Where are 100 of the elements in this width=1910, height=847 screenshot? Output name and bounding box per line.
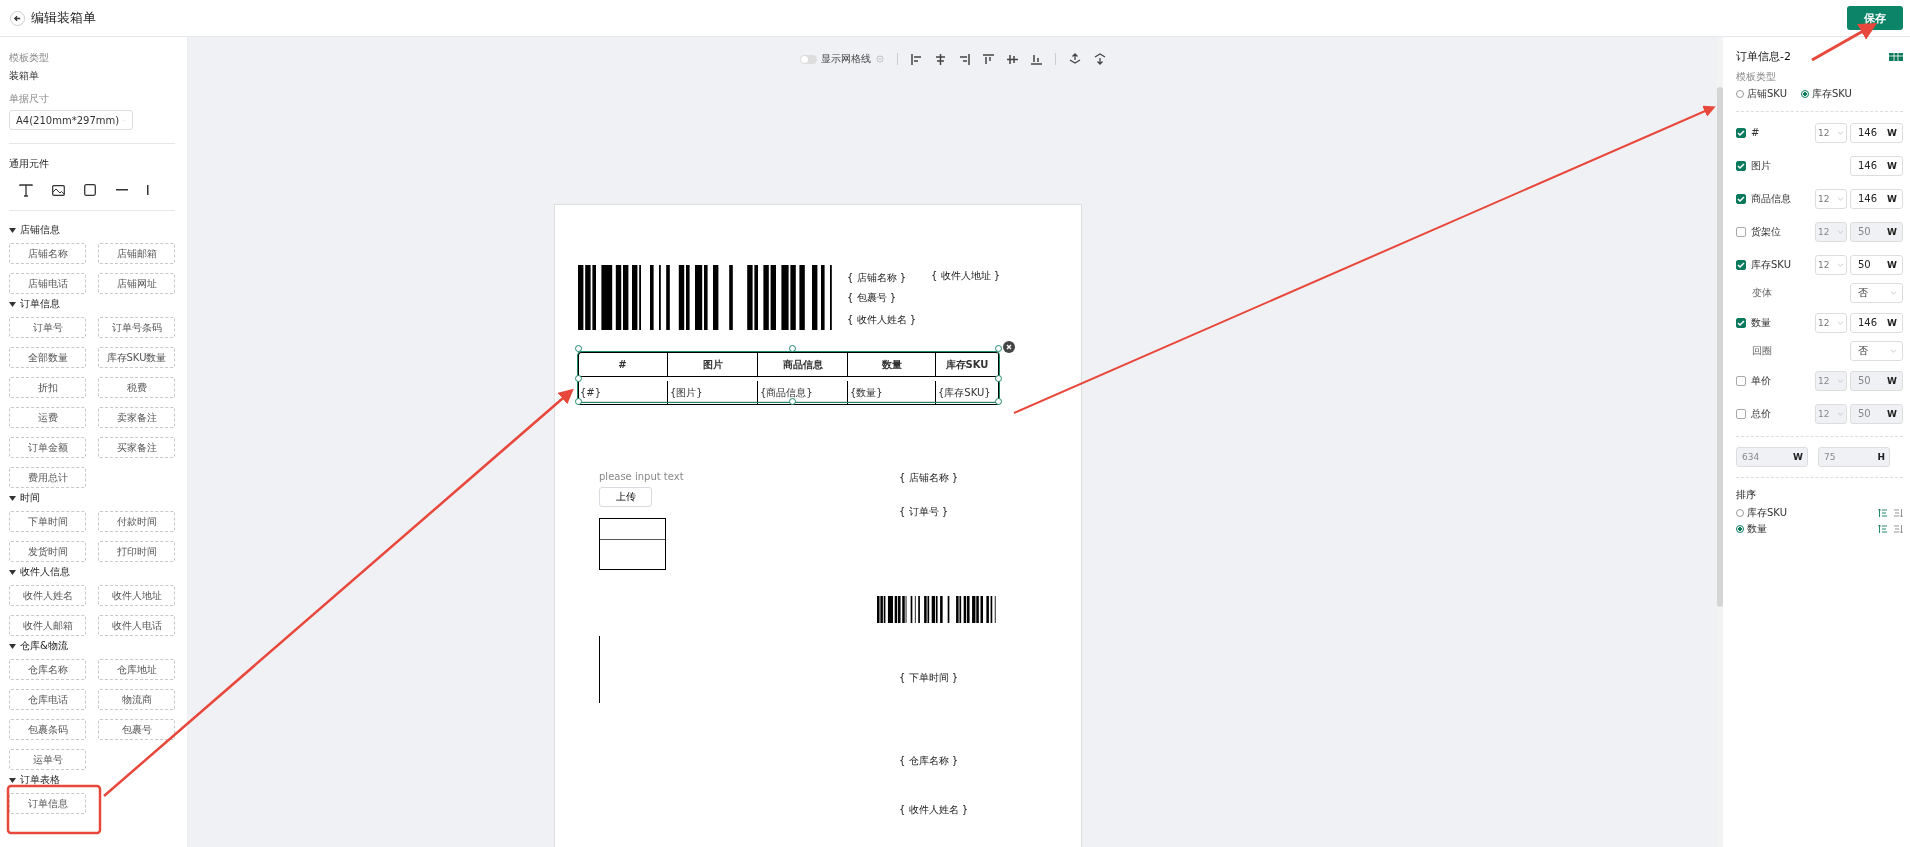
font-size-select[interactable]: 12 bbox=[1815, 312, 1847, 333]
resize-handle[interactable] bbox=[788, 345, 796, 352]
component-chip[interactable]: 仓库电话 bbox=[9, 689, 86, 710]
scrollbar[interactable] bbox=[1717, 37, 1723, 847]
component-chip[interactable]: 运费 bbox=[9, 407, 86, 428]
placeholder-field[interactable]: { 仓库名称 } bbox=[899, 754, 959, 768]
caret-icon[interactable] bbox=[9, 569, 16, 575]
font-size-select[interactable]: 12 bbox=[1815, 188, 1847, 209]
width-input[interactable]: 634 W bbox=[1736, 447, 1808, 467]
resize-handle[interactable] bbox=[575, 345, 582, 352]
align-top-icon[interactable] bbox=[983, 53, 994, 65]
component-chip[interactable]: 收件人邮箱 bbox=[9, 615, 86, 636]
align-center-icon[interactable] bbox=[935, 53, 946, 65]
component-chip[interactable]: 打印时间 bbox=[98, 541, 175, 562]
align-left-icon[interactable] bbox=[911, 53, 922, 65]
order-table[interactable]: # 图片 商品信息 数量 库存SKU {#} {图片} {商品信息} {数量} {库存SKU} bbox=[578, 352, 999, 402]
rectangle-tool-icon[interactable] bbox=[84, 184, 97, 196]
sort-descending-icon[interactable] bbox=[1894, 509, 1903, 517]
placeholder-field[interactable]: { 订单号 } bbox=[899, 505, 949, 519]
placeholder-field[interactable]: { 店铺名称 } bbox=[847, 271, 907, 285]
close-icon[interactable] bbox=[1003, 341, 1015, 353]
template-radio[interactable]: 库存SKU bbox=[1800, 87, 1852, 101]
component-chip[interactable]: 下单时间 bbox=[9, 511, 86, 532]
component-chip[interactable]: 付款时间 bbox=[98, 511, 175, 532]
text-element[interactable]: please input text bbox=[599, 471, 684, 482]
component-chip[interactable]: 收件人电话 bbox=[98, 615, 175, 636]
component-chip[interactable]: 发货时间 bbox=[9, 541, 86, 562]
grid-toggle[interactable] bbox=[800, 54, 817, 64]
resize-handle[interactable] bbox=[995, 398, 1002, 405]
width-input[interactable]: 50 W bbox=[1850, 370, 1903, 391]
component-chip[interactable]: 收件人地址 bbox=[98, 585, 175, 606]
caret-icon[interactable] bbox=[9, 777, 16, 783]
sort-descending-icon[interactable] bbox=[1894, 525, 1903, 533]
component-chip[interactable]: 店铺名称 bbox=[9, 243, 86, 264]
width-input[interactable]: 146 W bbox=[1850, 312, 1903, 333]
component-chip[interactable]: 包裹条码 bbox=[9, 719, 86, 740]
sort-ascending-icon[interactable] bbox=[1878, 525, 1887, 533]
width-input[interactable]: 50 W bbox=[1850, 403, 1903, 424]
height-input[interactable]: 75 H bbox=[1818, 447, 1890, 467]
component-chip[interactable]: 费用总计 bbox=[9, 467, 86, 488]
placeholder-field[interactable]: { 收件人姓名 } bbox=[847, 313, 917, 327]
horizontal-line-tool-icon[interactable] bbox=[115, 189, 128, 191]
width-input[interactable]: 146 W bbox=[1850, 188, 1903, 209]
component-chip[interactable]: 库存SKU数量 bbox=[98, 347, 175, 368]
align-right-icon[interactable] bbox=[959, 53, 970, 65]
sort-ascending-icon[interactable] bbox=[1878, 509, 1887, 517]
component-chip[interactable]: 税费 bbox=[98, 377, 175, 398]
column-checkbox[interactable] bbox=[1736, 127, 1746, 138]
option-select[interactable]: 否 bbox=[1850, 282, 1903, 303]
component-chip[interactable]: 订单号条码 bbox=[98, 317, 175, 338]
sort-radio[interactable]: 数量 bbox=[1736, 522, 1767, 536]
component-chip[interactable]: 物流商 bbox=[98, 689, 175, 710]
align-middle-icon[interactable] bbox=[1007, 53, 1018, 65]
caret-icon[interactable] bbox=[9, 643, 16, 649]
component-chip[interactable]: 卖家备注 bbox=[98, 407, 175, 428]
resize-handle[interactable] bbox=[575, 398, 582, 405]
text-tool-icon[interactable] bbox=[18, 183, 33, 197]
component-chip[interactable]: 店铺电话 bbox=[9, 273, 86, 294]
caret-icon[interactable] bbox=[9, 227, 16, 233]
width-input[interactable]: 146 W bbox=[1850, 122, 1903, 143]
table-icon[interactable] bbox=[1889, 52, 1903, 61]
component-chip[interactable]: 订单号 bbox=[9, 317, 86, 338]
column-checkbox[interactable] bbox=[1736, 226, 1746, 237]
placeholder-field[interactable]: { 收件人姓名 } bbox=[899, 803, 969, 817]
size-select[interactable]: A4(210mm*297mm) bbox=[9, 110, 133, 130]
placeholder-field[interactable]: { 收件人地址 } bbox=[931, 269, 1001, 283]
column-checkbox[interactable] bbox=[1736, 408, 1746, 419]
layer-up-icon[interactable] bbox=[1069, 53, 1081, 65]
column-checkbox[interactable] bbox=[1736, 375, 1746, 386]
caret-icon[interactable] bbox=[9, 495, 16, 501]
component-chip[interactable]: 收件人姓名 bbox=[9, 585, 86, 606]
column-checkbox[interactable] bbox=[1736, 317, 1746, 328]
component-chip[interactable]: 店铺网址 bbox=[98, 273, 175, 294]
save-button[interactable]: 保存 bbox=[1847, 6, 1903, 30]
font-size-select[interactable]: 12 bbox=[1815, 122, 1847, 143]
component-chip[interactable]: 运单号 bbox=[9, 749, 86, 770]
image-tool-icon[interactable] bbox=[52, 184, 66, 196]
component-chip[interactable]: 店铺邮箱 bbox=[98, 243, 175, 264]
component-chip[interactable]: 全部数量 bbox=[9, 347, 86, 368]
upload-button[interactable]: 上传 bbox=[599, 487, 652, 507]
template-radio[interactable]: 店铺SKU bbox=[1736, 87, 1787, 101]
sort-radio[interactable]: 库存SKU bbox=[1736, 506, 1787, 520]
caret-icon[interactable] bbox=[9, 301, 16, 307]
width-input[interactable]: 50 W bbox=[1850, 221, 1903, 242]
component-chip[interactable]: 订单信息 bbox=[9, 793, 86, 814]
width-input[interactable]: 50 W bbox=[1850, 254, 1903, 275]
column-checkbox[interactable] bbox=[1736, 259, 1746, 270]
component-chip[interactable]: 仓库地址 bbox=[98, 659, 175, 680]
component-chip[interactable]: 仓库名称 bbox=[9, 659, 86, 680]
font-size-select[interactable]: 12 bbox=[1815, 254, 1847, 275]
component-chip[interactable]: 买家备注 bbox=[98, 437, 175, 458]
column-checkbox[interactable] bbox=[1736, 160, 1746, 171]
align-bottom-icon[interactable] bbox=[1031, 53, 1042, 65]
rectangle-element[interactable] bbox=[599, 518, 666, 570]
column-checkbox[interactable] bbox=[1736, 193, 1746, 204]
component-chip[interactable]: 订单金额 bbox=[9, 437, 86, 458]
resize-handle[interactable] bbox=[995, 375, 1002, 382]
component-chip[interactable]: 包裹号 bbox=[98, 719, 175, 740]
barcode[interactable] bbox=[877, 596, 999, 623]
layer-down-icon[interactable] bbox=[1094, 53, 1106, 65]
